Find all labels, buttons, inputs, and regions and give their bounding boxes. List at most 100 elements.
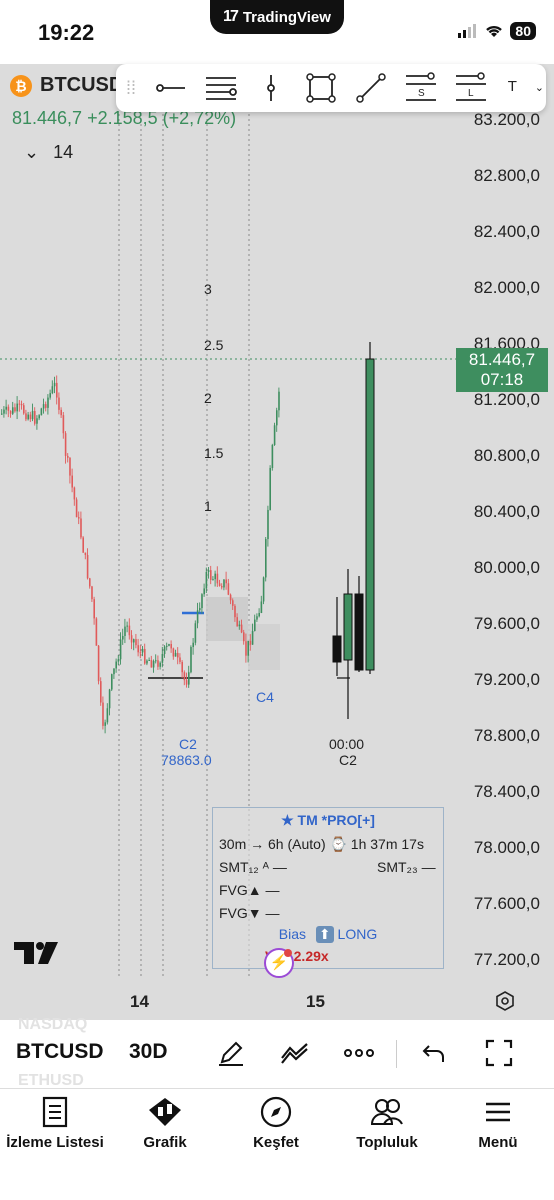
candle-body [126, 625, 128, 627]
candle-body [113, 668, 115, 675]
tab-menu[interactable]: Menü [443, 1094, 553, 1151]
candle-body [240, 624, 243, 633]
toolbar-divider [396, 1040, 397, 1068]
timeframe-select[interactable]: T ⌄ [508, 78, 544, 95]
horizontal-ray-icon [156, 84, 185, 92]
more-button[interactable] [342, 1036, 376, 1070]
candle-body [117, 659, 120, 662]
tab-watchlist[interactable]: İzleme Listesi [0, 1094, 110, 1151]
drawing-toolbar: ⁞⁞ S L [116, 64, 546, 112]
candle-body [84, 552, 87, 555]
price-axis-label: 83.200,0 [473, 110, 540, 129]
menu-icon [486, 1102, 510, 1122]
candle-body [95, 618, 98, 646]
symbol-button[interactable]: BTCUSD [16, 1040, 104, 1064]
candle-body [205, 571, 208, 589]
trend-line-tool[interactable] [346, 64, 396, 112]
candle-body [100, 681, 102, 703]
candle-body [133, 639, 135, 643]
candle-body [82, 537, 84, 553]
pen-icon [219, 1041, 243, 1066]
candle-body [36, 418, 38, 424]
l-lines-tool[interactable]: L [446, 64, 496, 112]
candle-body [5, 406, 7, 410]
chevron-down-icon: ⌄ [24, 142, 40, 162]
status-icons: 80 [458, 22, 536, 40]
price-axis-label: 77.600,0 [473, 894, 540, 913]
candle-body [269, 468, 271, 510]
candle-body [150, 659, 153, 668]
tradingview-logo-icon: 17 [223, 8, 239, 25]
drawing-pen-button[interactable] [214, 1036, 248, 1070]
notification-dot [284, 949, 292, 957]
candle-body [276, 410, 278, 426]
candle-body [86, 554, 89, 579]
undo-button[interactable] [417, 1036, 451, 1070]
horizontal-lines-tool[interactable] [196, 64, 246, 112]
candle-body [73, 487, 76, 500]
candle-body [115, 661, 117, 669]
settings-hexagon-icon[interactable] [494, 990, 516, 1017]
candle-body [234, 605, 236, 618]
candle-body [53, 382, 56, 387]
candle-body [183, 672, 186, 681]
tab-chart[interactable]: Grafik [110, 1094, 220, 1151]
candle-body [190, 647, 192, 673]
candle-body [152, 660, 155, 668]
fib-level-label: 2 [204, 390, 212, 406]
s-lines-tool[interactable]: S [396, 64, 446, 112]
interval-button[interactable]: 30D [129, 1040, 168, 1064]
indicator-collapse[interactable]: ⌄ 14 [24, 142, 73, 163]
bias-value: LONG [337, 926, 378, 942]
tab-explore[interactable]: Keşfet [221, 1094, 331, 1151]
candle-body [157, 660, 159, 667]
candle-body [188, 672, 190, 685]
candle-body [93, 599, 95, 619]
collapsed-count: 14 [53, 142, 74, 162]
tab-label: Keşfet [253, 1134, 299, 1151]
price-axis-label: 82.400,0 [473, 222, 540, 241]
price-axis-label: 80.000,0 [473, 558, 540, 577]
price-axis-label: 78.800,0 [473, 726, 540, 745]
candle-body [192, 642, 194, 648]
c2-price-label: 78863.0 [161, 752, 212, 768]
arrow-up-icon: ⬆ [315, 926, 334, 943]
tradingview-pill: 17 TradingView [210, 0, 344, 34]
candle-body [29, 414, 32, 420]
candle-body [170, 644, 172, 649]
vertical-line-tool[interactable] [246, 64, 296, 112]
price-axis-label: 78.000,0 [473, 838, 540, 857]
candle-body [12, 407, 14, 414]
fullscreen-icon [485, 1039, 513, 1067]
candle-body [227, 583, 230, 595]
candle-body [179, 657, 181, 662]
panel-smt23: SMT₂₃ — [377, 859, 436, 875]
battery-indicator: 80 [510, 22, 536, 40]
candle-body [201, 594, 203, 609]
tab-community[interactable]: Topluluk [332, 1094, 442, 1151]
candle-body [223, 579, 225, 588]
candle-body [67, 455, 69, 458]
drag-handle-icon[interactable]: ⁞⁞ [116, 78, 146, 99]
candle-body [75, 499, 78, 518]
symbol-header[interactable]: ₿ BTCUSD [10, 74, 123, 97]
price-axis-label: 78.400,0 [473, 782, 540, 801]
c2-label-left: C2 [179, 736, 197, 752]
fib-level-label: 1 [204, 498, 212, 514]
price-axis-label: 81.200,0 [473, 390, 540, 409]
candle-body [172, 648, 175, 657]
candle-body [243, 632, 245, 642]
candle-body [262, 577, 265, 602]
c2-label-right: C2 [339, 752, 357, 768]
candle-body [51, 386, 54, 394]
horizontal-ray-tool[interactable] [146, 64, 196, 112]
watchlist-icon [42, 1096, 68, 1128]
horizontal-lines-icon [206, 77, 237, 100]
fullscreen-button[interactable] [482, 1036, 516, 1070]
candle-body [7, 406, 10, 411]
rectangle-tool[interactable] [296, 64, 346, 112]
htf-candle-body [354, 593, 364, 671]
tradingview-watermark-icon[interactable] [14, 940, 58, 971]
indicators-button[interactable] [278, 1036, 312, 1070]
candle-body [71, 475, 73, 488]
